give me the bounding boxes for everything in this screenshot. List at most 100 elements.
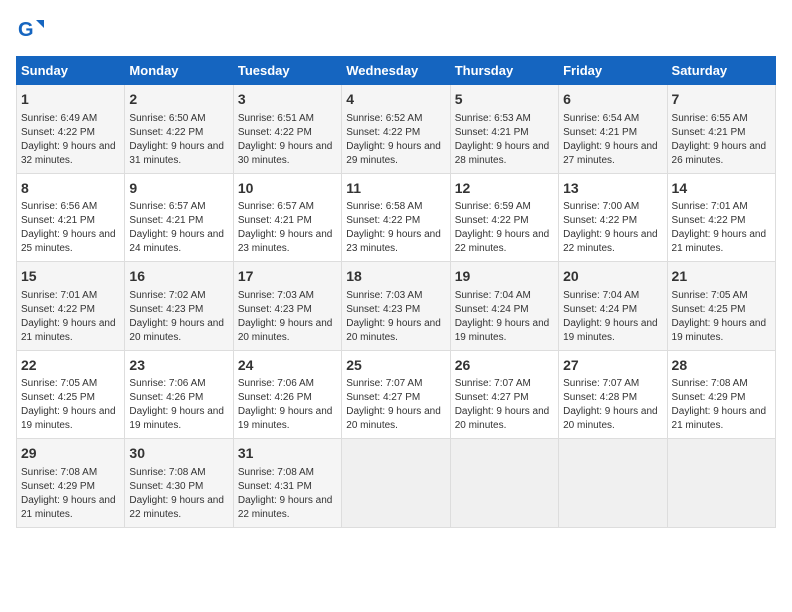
logo-icon: G bbox=[16, 16, 44, 44]
calendar-cell: 3Sunrise: 6:51 AMSunset: 4:22 PMDaylight… bbox=[233, 85, 341, 174]
day-number: 12 bbox=[455, 179, 554, 199]
sunset: Sunset: 4:22 PM bbox=[672, 215, 746, 226]
weekday-header-thursday: Thursday bbox=[450, 57, 558, 85]
sunset: Sunset: 4:31 PM bbox=[238, 481, 312, 492]
day-number: 28 bbox=[672, 356, 771, 376]
sunset: Sunset: 4:28 PM bbox=[563, 392, 637, 403]
weekday-header-monday: Monday bbox=[125, 57, 233, 85]
calendar-cell bbox=[450, 439, 558, 528]
day-number: 19 bbox=[455, 267, 554, 287]
daylight: Daylight: 9 hours and 21 minutes. bbox=[672, 406, 767, 431]
daylight: Daylight: 9 hours and 19 minutes. bbox=[129, 406, 224, 431]
sunrise: Sunrise: 7:04 AM bbox=[455, 290, 531, 301]
weekday-header-tuesday: Tuesday bbox=[233, 57, 341, 85]
day-number: 13 bbox=[563, 179, 662, 199]
sunrise: Sunrise: 7:08 AM bbox=[21, 467, 97, 478]
sunset: Sunset: 4:23 PM bbox=[346, 304, 420, 315]
sunrise: Sunrise: 6:56 AM bbox=[21, 201, 97, 212]
calendar-cell: 2Sunrise: 6:50 AMSunset: 4:22 PMDaylight… bbox=[125, 85, 233, 174]
calendar-cell: 9Sunrise: 6:57 AMSunset: 4:21 PMDaylight… bbox=[125, 173, 233, 262]
calendar-cell: 7Sunrise: 6:55 AMSunset: 4:21 PMDaylight… bbox=[667, 85, 775, 174]
calendar-cell: 27Sunrise: 7:07 AMSunset: 4:28 PMDayligh… bbox=[559, 350, 667, 439]
sunset: Sunset: 4:22 PM bbox=[129, 127, 203, 138]
page-header: G bbox=[16, 16, 776, 44]
sunset: Sunset: 4:21 PM bbox=[563, 127, 637, 138]
weekday-header-sunday: Sunday bbox=[17, 57, 125, 85]
calendar-cell: 24Sunrise: 7:06 AMSunset: 4:26 PMDayligh… bbox=[233, 350, 341, 439]
day-number: 29 bbox=[21, 444, 120, 464]
sunset: Sunset: 4:22 PM bbox=[346, 127, 420, 138]
daylight: Daylight: 9 hours and 20 minutes. bbox=[238, 318, 333, 343]
sunrise: Sunrise: 7:06 AM bbox=[238, 378, 314, 389]
day-number: 21 bbox=[672, 267, 771, 287]
calendar-cell: 18Sunrise: 7:03 AMSunset: 4:23 PMDayligh… bbox=[342, 262, 450, 351]
daylight: Daylight: 9 hours and 22 minutes. bbox=[129, 495, 224, 520]
sunrise: Sunrise: 7:00 AM bbox=[563, 201, 639, 212]
sunset: Sunset: 4:22 PM bbox=[563, 215, 637, 226]
sunrise: Sunrise: 6:58 AM bbox=[346, 201, 422, 212]
day-number: 14 bbox=[672, 179, 771, 199]
sunset: Sunset: 4:21 PM bbox=[455, 127, 529, 138]
sunrise: Sunrise: 6:49 AM bbox=[21, 113, 97, 124]
day-number: 11 bbox=[346, 179, 445, 199]
calendar-cell: 15Sunrise: 7:01 AMSunset: 4:22 PMDayligh… bbox=[17, 262, 125, 351]
sunset: Sunset: 4:24 PM bbox=[455, 304, 529, 315]
calendar-cell: 20Sunrise: 7:04 AMSunset: 4:24 PMDayligh… bbox=[559, 262, 667, 351]
sunset: Sunset: 4:26 PM bbox=[129, 392, 203, 403]
sunset: Sunset: 4:29 PM bbox=[672, 392, 746, 403]
sunrise: Sunrise: 7:03 AM bbox=[238, 290, 314, 301]
sunrise: Sunrise: 7:05 AM bbox=[672, 290, 748, 301]
day-number: 8 bbox=[21, 179, 120, 199]
calendar-cell bbox=[667, 439, 775, 528]
daylight: Daylight: 9 hours and 23 minutes. bbox=[238, 229, 333, 254]
sunset: Sunset: 4:27 PM bbox=[346, 392, 420, 403]
day-number: 30 bbox=[129, 444, 228, 464]
daylight: Daylight: 9 hours and 32 minutes. bbox=[21, 141, 116, 166]
sunset: Sunset: 4:22 PM bbox=[238, 127, 312, 138]
calendar-cell: 8Sunrise: 6:56 AMSunset: 4:21 PMDaylight… bbox=[17, 173, 125, 262]
day-number: 27 bbox=[563, 356, 662, 376]
daylight: Daylight: 9 hours and 23 minutes. bbox=[346, 229, 441, 254]
daylight: Daylight: 9 hours and 21 minutes. bbox=[21, 495, 116, 520]
calendar-cell: 30Sunrise: 7:08 AMSunset: 4:30 PMDayligh… bbox=[125, 439, 233, 528]
daylight: Daylight: 9 hours and 26 minutes. bbox=[672, 141, 767, 166]
sunrise: Sunrise: 7:08 AM bbox=[129, 467, 205, 478]
day-number: 23 bbox=[129, 356, 228, 376]
weekday-header-friday: Friday bbox=[559, 57, 667, 85]
calendar-cell: 5Sunrise: 6:53 AMSunset: 4:21 PMDaylight… bbox=[450, 85, 558, 174]
calendar-cell: 13Sunrise: 7:00 AMSunset: 4:22 PMDayligh… bbox=[559, 173, 667, 262]
day-number: 1 bbox=[21, 90, 120, 110]
daylight: Daylight: 9 hours and 29 minutes. bbox=[346, 141, 441, 166]
calendar-cell: 6Sunrise: 6:54 AMSunset: 4:21 PMDaylight… bbox=[559, 85, 667, 174]
day-number: 18 bbox=[346, 267, 445, 287]
sunrise: Sunrise: 7:01 AM bbox=[672, 201, 748, 212]
daylight: Daylight: 9 hours and 20 minutes. bbox=[455, 406, 550, 431]
sunset: Sunset: 4:25 PM bbox=[21, 392, 95, 403]
calendar-cell: 25Sunrise: 7:07 AMSunset: 4:27 PMDayligh… bbox=[342, 350, 450, 439]
daylight: Daylight: 9 hours and 20 minutes. bbox=[346, 406, 441, 431]
calendar-cell: 11Sunrise: 6:58 AMSunset: 4:22 PMDayligh… bbox=[342, 173, 450, 262]
daylight: Daylight: 9 hours and 20 minutes. bbox=[563, 406, 658, 431]
daylight: Daylight: 9 hours and 31 minutes. bbox=[129, 141, 224, 166]
calendar-cell: 16Sunrise: 7:02 AMSunset: 4:23 PMDayligh… bbox=[125, 262, 233, 351]
day-number: 7 bbox=[672, 90, 771, 110]
sunrise: Sunrise: 7:01 AM bbox=[21, 290, 97, 301]
day-number: 26 bbox=[455, 356, 554, 376]
calendar-cell: 21Sunrise: 7:05 AMSunset: 4:25 PMDayligh… bbox=[667, 262, 775, 351]
daylight: Daylight: 9 hours and 19 minutes. bbox=[563, 318, 658, 343]
day-number: 17 bbox=[238, 267, 337, 287]
sunset: Sunset: 4:21 PM bbox=[21, 215, 95, 226]
daylight: Daylight: 9 hours and 21 minutes. bbox=[672, 229, 767, 254]
sunset: Sunset: 4:22 PM bbox=[455, 215, 529, 226]
day-number: 5 bbox=[455, 90, 554, 110]
sunrise: Sunrise: 7:07 AM bbox=[455, 378, 531, 389]
sunrise: Sunrise: 6:51 AM bbox=[238, 113, 314, 124]
sunrise: Sunrise: 7:05 AM bbox=[21, 378, 97, 389]
day-number: 24 bbox=[238, 356, 337, 376]
sunset: Sunset: 4:25 PM bbox=[672, 304, 746, 315]
daylight: Daylight: 9 hours and 19 minutes. bbox=[21, 406, 116, 431]
calendar-cell: 4Sunrise: 6:52 AMSunset: 4:22 PMDaylight… bbox=[342, 85, 450, 174]
daylight: Daylight: 9 hours and 24 minutes. bbox=[129, 229, 224, 254]
calendar-cell: 12Sunrise: 6:59 AMSunset: 4:22 PMDayligh… bbox=[450, 173, 558, 262]
calendar-cell: 10Sunrise: 6:57 AMSunset: 4:21 PMDayligh… bbox=[233, 173, 341, 262]
